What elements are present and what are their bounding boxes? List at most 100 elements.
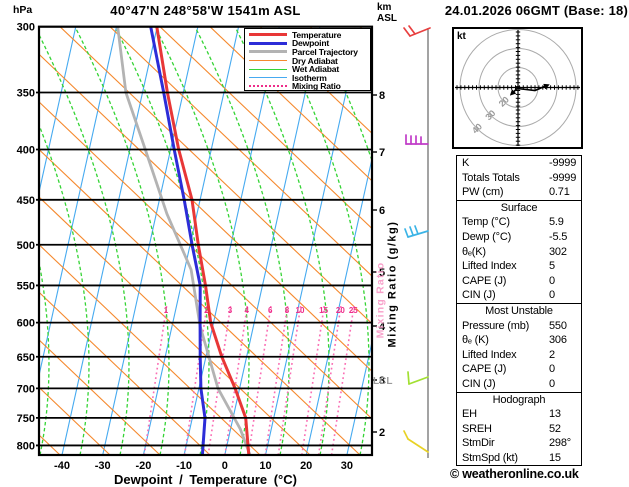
temp-tick-label: -30 — [95, 460, 111, 472]
temp-tick-label: 0 — [222, 460, 228, 472]
wind-barb-line — [414, 225, 419, 235]
table-row-value: -9999 — [549, 157, 577, 169]
table-row: K -9999 — [457, 156, 581, 171]
temp-tick-labels: -40 -30 -20 -10 0 10 20 30 — [54, 460, 353, 472]
mixing-ratio-value: 15 — [319, 306, 328, 315]
mixing-ratio-value: 1 — [164, 306, 169, 315]
table-row: Lifted Index 2 — [457, 348, 581, 363]
legend: Temperature Dewpoint Parcel Trajectory Dry … — [244, 27, 371, 92]
table-row: StmDir 298° — [457, 436, 581, 451]
table-row: Pressure (mb) 550 — [457, 319, 581, 334]
wind-barb — [407, 371, 429, 385]
table-section-header: Most Unstable — [485, 304, 553, 317]
temp-tick-label: 10 — [259, 460, 271, 472]
legend-line-sample — [249, 85, 287, 88]
pressure-tick-label: 550 — [17, 280, 35, 292]
wind-barb — [404, 225, 429, 238]
table-row: Totals Totals -9999 — [457, 171, 581, 186]
wind-barb-line — [409, 226, 414, 236]
dry-adiabat-line — [39, 196, 311, 455]
pressure-tick-label: 700 — [17, 383, 35, 395]
mixing-ratio-line — [330, 305, 355, 455]
wet-adiabat-line — [354, 26, 372, 64]
isotherm-lines — [39, 26, 372, 455]
wind-barb-line — [408, 376, 429, 385]
altitude-tick-label: 7 — [379, 147, 385, 159]
table-row-value: 302 — [549, 245, 567, 258]
table-row-label: θₑ(K) — [462, 245, 486, 258]
table-row: PW (cm) 0.71 — [457, 185, 581, 200]
table-row: CIN (J) 0 — [457, 377, 581, 392]
pressure-tick-label: 450 — [17, 195, 35, 207]
table-row-label: Lifted Index — [462, 260, 517, 273]
table-section: Hodograph EH 13 SREH 52 StmDir 298° StmSpd (kt)… — [457, 391, 581, 466]
table-row-value: 2 — [549, 348, 555, 361]
table-row-label: EH — [462, 408, 477, 421]
table-section: Most Unstable Pressure (mb) 550 θₑ (K) 306 Li… — [457, 302, 581, 392]
chart-title: 40°47'N 248°58'W 1541m ASL — [110, 3, 301, 18]
wind-barb — [403, 430, 429, 453]
table-row-label: CIN (J) — [462, 289, 496, 302]
table-row-label: Lifted Index — [462, 348, 517, 361]
dry-adiabat-line — [59, 26, 372, 325]
wind-barb-line — [407, 438, 429, 453]
table-row-label: CAPE (J) — [462, 274, 507, 287]
run-date: 24.01.2026 06GMT (Base: 18) — [444, 3, 628, 18]
table-section-header: Surface — [500, 201, 538, 214]
legend-line-sample — [249, 68, 287, 70]
temp-tick-label: -20 — [135, 460, 151, 472]
table-row-label: StmDir — [462, 437, 495, 450]
pressure-tick-label: 300 — [17, 22, 35, 34]
table-row-label: Temp (°C) — [462, 216, 510, 229]
mixing-ratio-axis-label-pink: Mixing Ratio — [375, 262, 387, 339]
table-row: Temp (°C) 5.9 — [457, 215, 581, 230]
temp-tick-label: 30 — [341, 460, 353, 472]
stats-table: K -9999 Totals Totals -9999 PW (cm) 0.71 Surfa… — [456, 155, 582, 467]
mixing-ratio-line — [317, 305, 342, 455]
pressure-tick-labels: 300 350 400 450 500 550 600 650 700 750 800 — [17, 22, 35, 453]
table-row-value: 0 — [549, 363, 555, 376]
wet-adiabat-line — [39, 33, 130, 455]
wet-adiabat-line — [74, 26, 170, 455]
table-row-label: StmSpd (kt) — [462, 451, 518, 464]
wind-barb-line — [408, 25, 416, 35]
legend-line-sample — [249, 41, 287, 45]
table-row-value: 15 — [549, 451, 561, 464]
table-row-label: Totals Totals — [462, 171, 520, 184]
table-row-value: 0 — [549, 274, 555, 287]
table-row-value: 306 — [549, 334, 567, 347]
table-row-label: Dewp (°C) — [462, 230, 512, 243]
isotherm-line — [102, 26, 199, 455]
mixing-ratio-line — [143, 305, 168, 455]
temp-tick-label: -10 — [176, 460, 192, 472]
table-row-label: Pressure (mb) — [462, 319, 530, 332]
legend-line-sample — [249, 77, 287, 79]
table-row-value: -9999 — [549, 171, 577, 184]
lcl-marker-label: LCL — [373, 376, 393, 387]
table-row: EH 13 — [457, 407, 581, 422]
table-row: Lifted Index 5 — [457, 259, 581, 274]
table-row-label: θₑ (K) — [462, 334, 489, 347]
table-row-value: 52 — [549, 422, 561, 435]
pressure-tick-label: 750 — [17, 413, 35, 425]
mixing-ratio-value: 8 — [285, 306, 290, 315]
table-row: SREH 52 — [457, 422, 581, 437]
temp-tick-label: 20 — [300, 460, 312, 472]
pressure-tick-label: 800 — [17, 440, 35, 452]
isotherm-line — [39, 26, 118, 378]
table-row-label: SREH — [462, 422, 492, 435]
table-row: θₑ(K) 302 — [457, 245, 581, 260]
temp-tick-label: -40 — [54, 460, 70, 472]
legend-label: Mixing Ratio — [292, 81, 341, 92]
table-row-value: 5.9 — [549, 216, 564, 229]
legend-line-sample — [249, 60, 287, 62]
pressure-tick-label: 500 — [17, 240, 35, 252]
pressure-tick-label: 350 — [17, 88, 35, 100]
pressure-axis-unit: hPa — [13, 4, 33, 16]
wind-barb — [405, 134, 429, 145]
wind-barb-line — [407, 371, 410, 385]
mixing-ratio-value: 10 — [296, 306, 305, 315]
mixing-ratio-value: 3 — [228, 306, 233, 315]
wind-barb — [403, 25, 431, 37]
table-section: Surface Temp (°C) 5.9 Dewp (°C) -5.5 θₑ(K) 302… — [457, 199, 581, 303]
